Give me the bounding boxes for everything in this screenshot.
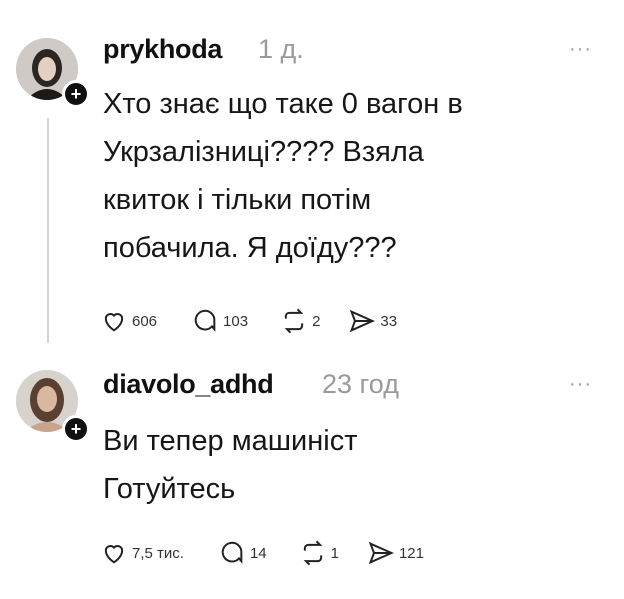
- share-count: 121: [398, 544, 424, 562]
- post-2: + diavolo_adhd 23 год ··· Ви тепер машин…: [0, 355, 624, 599]
- repost-button[interactable]: 2: [280, 307, 320, 335]
- username[interactable]: diavolo_adhd: [103, 369, 274, 400]
- repost-icon: [303, 540, 323, 566]
- timestamp: 23 год: [322, 369, 399, 399]
- follow-button[interactable]: +: [62, 415, 90, 443]
- thread-line: [47, 118, 49, 343]
- heart-icon: [104, 313, 124, 332]
- repost-count: 1: [330, 544, 339, 562]
- repost-icon: [284, 308, 304, 334]
- reply-count: 14: [249, 544, 267, 562]
- post-actions: 7,5 тис. 14 1 121: [100, 539, 452, 567]
- repost-button[interactable]: 1: [299, 539, 339, 567]
- reply-button[interactable]: 14: [218, 539, 267, 567]
- more-options-icon[interactable]: ···: [569, 373, 592, 396]
- reply-button[interactable]: 103: [191, 307, 248, 335]
- like-button[interactable]: 7,5 тис.: [100, 539, 184, 567]
- comment-icon: [221, 541, 243, 564]
- post-text: Хто знає що таке 0 вагон в Укрзалізниці?…: [103, 88, 463, 264]
- comment-icon: [194, 309, 216, 332]
- share-button[interactable]: 121: [367, 539, 424, 567]
- post-text: Ви тепер машиніст Готуйтесь: [103, 425, 358, 505]
- timestamp: 1 д.: [258, 34, 304, 64]
- like-count: 606: [132, 312, 158, 330]
- more-options-icon[interactable]: ···: [569, 38, 592, 61]
- like-count: 7,5 тис.: [132, 544, 184, 562]
- send-icon: [350, 309, 376, 333]
- repost-count: 2: [312, 312, 321, 330]
- reply-count: 103: [223, 312, 249, 330]
- post-1: + prykhoda 1 д. ··· Хто знає що таке 0 в…: [0, 0, 624, 355]
- like-button[interactable]: 606: [100, 307, 157, 335]
- heart-icon: [104, 545, 124, 564]
- share-count: 33: [380, 312, 398, 330]
- share-button[interactable]: 33: [348, 307, 397, 335]
- username[interactable]: prykhoda: [103, 34, 222, 65]
- follow-button[interactable]: +: [62, 80, 90, 108]
- post-actions: 606 103 2 33: [100, 307, 425, 335]
- send-icon: [368, 541, 394, 565]
